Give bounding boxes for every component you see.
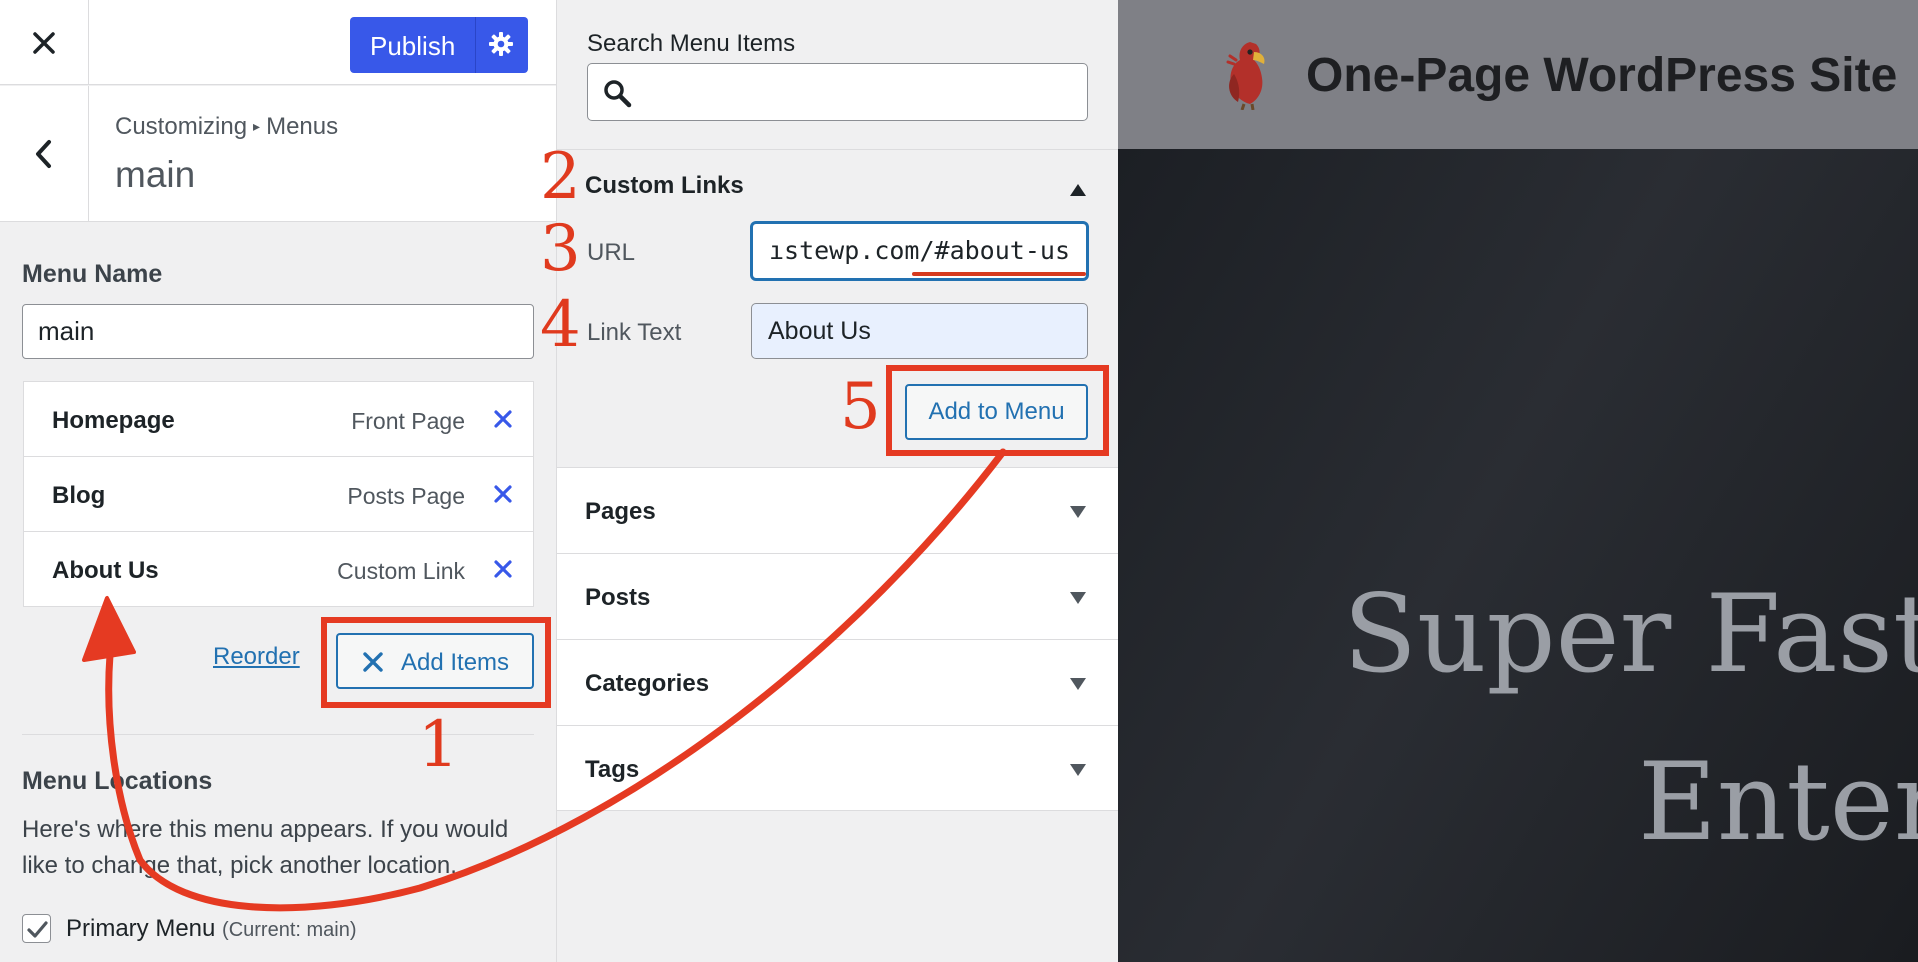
- link-text-label: Link Text: [587, 319, 682, 346]
- customizer-sidebar: Publish Customizing ▸ Menus main Menu Name…: [0, 0, 557, 962]
- menu-item-title: Homepage: [52, 407, 175, 434]
- link-text-input[interactable]: About Us: [751, 303, 1088, 359]
- step-number-5: 5: [840, 370, 881, 444]
- close-icon: [33, 31, 55, 54]
- remove-item-icon[interactable]: [493, 559, 513, 584]
- step-number-1: 1: [418, 708, 459, 782]
- site-preview: One-Page WordPress Site Super Fast, Ente…: [1118, 0, 1918, 962]
- triangle-down-icon: [1069, 591, 1087, 610]
- remove-item-icon[interactable]: [493, 484, 513, 509]
- customizer-header-bar: Publish: [0, 0, 556, 85]
- menu-locations-description: Here's where this menu appears. If you w…: [22, 816, 509, 879]
- checkmark-icon: [27, 921, 48, 938]
- menu-item-type: Posts Page: [347, 483, 465, 509]
- triangle-down-icon: [1069, 677, 1087, 696]
- site-title[interactable]: One-Page WordPress Site: [1306, 48, 1897, 103]
- primary-menu-current: (Current: main): [222, 919, 357, 941]
- accordion-title: Tags: [585, 756, 640, 783]
- primary-menu-label: Primary Menu (Current: main): [66, 915, 357, 943]
- menu-item-title: About Us: [52, 557, 159, 584]
- site-header: One-Page WordPress Site: [1118, 0, 1918, 149]
- menu-locations-title: Menu Locations: [22, 767, 213, 795]
- menu-name-input[interactable]: main: [22, 304, 534, 359]
- panel-header: Customizing ▸ Menus main: [0, 86, 556, 222]
- url-highlight-underline: [912, 272, 1086, 276]
- publish-label: Publish: [370, 31, 456, 61]
- publish-divider: [475, 17, 476, 73]
- accordion-title: Categories: [585, 670, 710, 697]
- publish-button[interactable]: Publish: [350, 17, 528, 73]
- primary-menu-checkbox[interactable]: [22, 914, 51, 943]
- menu-item-type: Front Page: [351, 408, 465, 434]
- breadcrumb-parent: Customizing: [115, 113, 248, 140]
- back-button[interactable]: [0, 86, 89, 222]
- step-number-4: 4: [540, 288, 581, 362]
- accordion-title: Posts: [585, 584, 651, 611]
- search-icon: [602, 78, 632, 113]
- menu-item-homepage[interactable]: Homepage Front Page: [23, 381, 534, 457]
- breadcrumb-separator: ▸: [253, 118, 261, 134]
- parrot-logo-icon: [1220, 38, 1280, 115]
- step-number-3: 3: [540, 212, 581, 286]
- chevron-left-icon: [36, 140, 51, 168]
- section-divider: [557, 149, 1118, 150]
- highlight-box-add-to-menu: [886, 365, 1109, 456]
- menu-items-list: Homepage Front Page Blog Posts Page Abou…: [23, 381, 534, 607]
- triangle-down-icon: [1069, 505, 1087, 524]
- accordion-tags[interactable]: Tags: [557, 725, 1118, 811]
- accordion-posts[interactable]: Posts: [557, 553, 1118, 639]
- menu-item-blog[interactable]: Blog Posts Page: [23, 456, 534, 532]
- triangle-up-icon[interactable]: [1069, 183, 1087, 202]
- highlight-box-add-items: [321, 617, 551, 708]
- page-title: main: [115, 154, 196, 195]
- menu-item-about-us[interactable]: About Us Custom Link: [23, 531, 534, 607]
- breadcrumb: Customizing ▸ Menus: [115, 113, 338, 141]
- search-input[interactable]: [587, 63, 1088, 121]
- step-number-2: 2: [540, 140, 581, 214]
- custom-links-title[interactable]: Custom Links: [585, 172, 744, 200]
- primary-menu-name: Primary Menu: [66, 915, 216, 942]
- menu-item-title: Blog: [52, 482, 106, 509]
- url-value: ıstewp.com/#about-us: [768, 236, 1070, 265]
- available-menu-items-panel: Search Menu Items Custom Links URL ıstew…: [557, 0, 1118, 962]
- hero-heading-line1: Super Fast,: [1343, 572, 1918, 697]
- accordion-pages[interactable]: Pages: [557, 467, 1118, 553]
- hero-heading-line2: Enter: [1638, 740, 1918, 865]
- close-customizer-button[interactable]: [0, 0, 89, 85]
- menu-item-type: Custom Link: [337, 558, 465, 584]
- triangle-down-icon: [1069, 763, 1087, 782]
- breadcrumb-current: Menus: [266, 113, 339, 140]
- menu-name-label: Menu Name: [22, 260, 163, 288]
- accordion-title: Pages: [585, 498, 656, 525]
- reorder-link[interactable]: Reorder: [213, 643, 300, 671]
- gear-icon[interactable]: [488, 31, 514, 62]
- url-label: URL: [587, 239, 636, 266]
- remove-item-icon[interactable]: [493, 409, 513, 434]
- accordion-categories[interactable]: Categories: [557, 639, 1118, 725]
- search-label: Search Menu Items: [587, 30, 796, 57]
